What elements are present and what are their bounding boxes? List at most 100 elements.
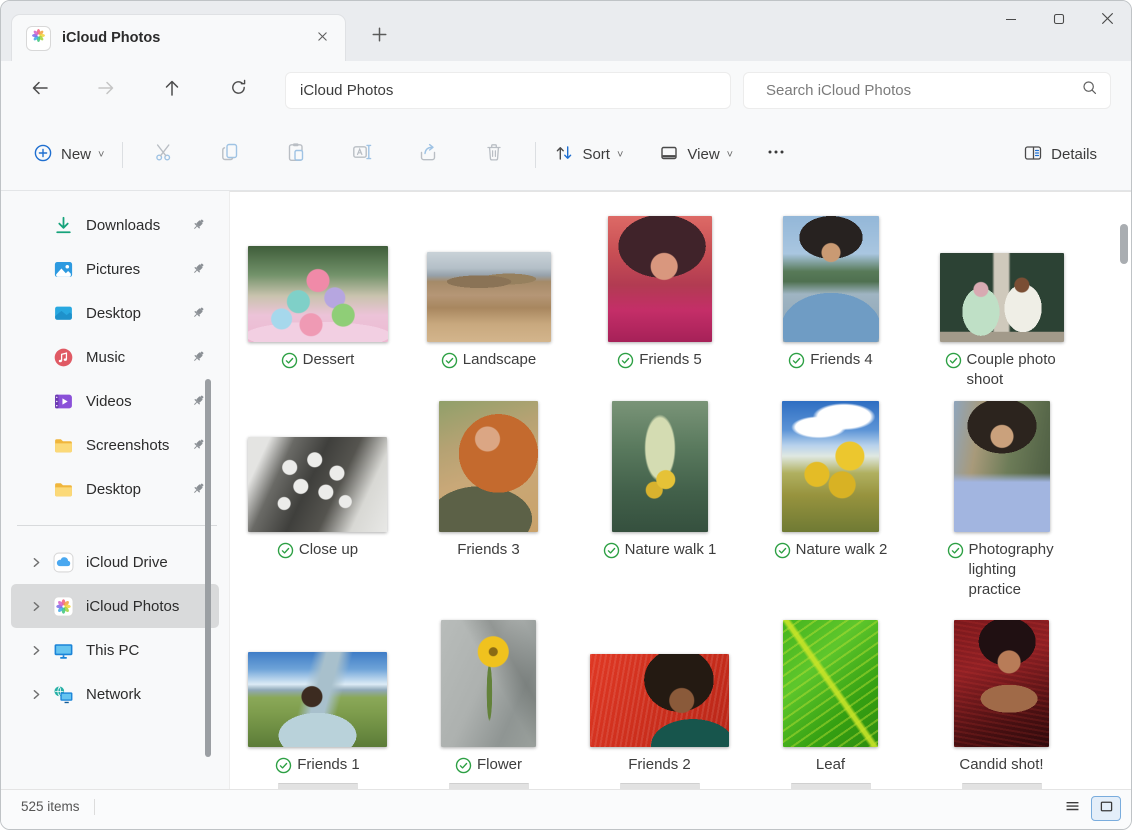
folder-icon (53, 479, 74, 500)
pin-icon (191, 217, 207, 233)
tab-icloud-photos[interactable]: iCloud Photos (11, 14, 346, 61)
photo-label: Close up (299, 540, 358, 617)
sidebar-item-pictures[interactable]: Pictures (11, 247, 219, 291)
photo-thumbnail[interactable] (940, 253, 1064, 342)
toolbar-divider (535, 142, 536, 168)
copy-button[interactable] (207, 135, 253, 175)
minimize-button[interactable] (987, 1, 1035, 41)
search-input[interactable] (766, 82, 1081, 99)
paste-button[interactable] (273, 135, 319, 175)
sidebar-item-videos[interactable]: Videos (11, 379, 219, 423)
photo-thumbnail[interactable] (248, 246, 388, 342)
photo-tile-close-up[interactable]: Close up (232, 402, 403, 617)
photo-thumbnail[interactable] (783, 216, 879, 342)
maximize-button[interactable] (1035, 1, 1083, 41)
photo-thumbnail[interactable] (427, 252, 551, 342)
network-icon (53, 684, 74, 705)
photo-thumbnail[interactable] (954, 620, 1049, 747)
pin-icon (191, 349, 207, 365)
sort-button[interactable]: Sort ˅ (544, 135, 633, 175)
photo-thumbnail[interactable] (783, 620, 878, 747)
photo-label: Leaf (816, 755, 845, 783)
sidebar-item-this-pc[interactable]: This PC (11, 628, 219, 672)
sync-check-icon (455, 757, 472, 774)
photo-tile-friends-2[interactable]: Friends 2 (574, 617, 745, 783)
view-button[interactable]: View ˅ (649, 135, 743, 175)
photo-tile-leaf[interactable]: Leaf (745, 617, 916, 783)
sidebar-item-downloads[interactable]: Downloads (11, 203, 219, 247)
photo-tile-nature-walk-2[interactable]: Nature walk 2 (745, 402, 916, 617)
photo-thumbnail[interactable] (439, 401, 538, 532)
photos-app-icon (26, 26, 51, 51)
new-button[interactable]: New ˅ (23, 135, 114, 175)
sidebar-item-icloud-photos[interactable]: iCloud Photos (11, 584, 219, 628)
chevron-right-icon[interactable] (27, 600, 45, 613)
up-button[interactable] (151, 72, 193, 108)
photo-tile-friends-3[interactable]: Friends 3 (403, 402, 574, 617)
this-pc-icon (53, 640, 74, 661)
chevron-right-icon[interactable] (27, 556, 45, 569)
chevron-right-icon[interactable] (27, 688, 45, 701)
delete-button[interactable] (471, 135, 517, 175)
sidebar-item-icloud-drive[interactable]: iCloud Drive (11, 540, 219, 584)
photo-thumbnail[interactable] (441, 620, 536, 747)
address-bar[interactable]: iCloud Photos (285, 72, 731, 109)
photo-thumbnail[interactable] (248, 437, 387, 532)
photo-tile-friends-4[interactable]: Friends 4 (745, 212, 916, 402)
sidebar-scrollbar[interactable] (205, 379, 211, 757)
sidebar-item-label: iCloud Photos (86, 598, 211, 615)
photo-grid: DessertLandscapeFriends 5Friends 4Couple… (230, 192, 1131, 789)
plus-icon (372, 27, 387, 47)
forward-button[interactable] (85, 72, 127, 108)
chevron-down-icon: ˅ (98, 149, 104, 161)
share-button[interactable] (405, 135, 451, 175)
rename-button[interactable] (339, 135, 385, 175)
photo-tile-photography-lighting-practice[interactable]: Photography lighting practice (916, 402, 1087, 617)
photo-thumbnail[interactable] (954, 401, 1050, 532)
rename-icon (351, 141, 373, 168)
cut-icon (153, 141, 175, 168)
partial-thumbnail (278, 783, 358, 789)
photo-tile-flower[interactable]: Flower (403, 617, 574, 783)
photo-tile-friends-5[interactable]: Friends 5 (574, 212, 745, 402)
music-icon (53, 347, 74, 368)
photo-thumbnail[interactable] (782, 401, 879, 532)
chevron-down-icon: ˅ (727, 149, 733, 161)
photo-label: Candid shot! (959, 755, 1043, 783)
content-scrollbar[interactable] (1120, 224, 1128, 264)
photo-tile-dessert[interactable]: Dessert (232, 212, 403, 402)
photo-tile-landscape[interactable]: Landscape (403, 212, 574, 402)
sidebar-item-desktop[interactable]: Desktop (11, 291, 219, 335)
refresh-button[interactable] (217, 72, 259, 108)
photo-tile-couple-photo-shoot[interactable]: Couple photo shoot (916, 212, 1087, 402)
chevron-right-icon[interactable] (27, 644, 45, 657)
thumbnail-view-button[interactable] (1091, 796, 1121, 821)
sidebar-item-music[interactable]: Music (11, 335, 219, 379)
photo-tile-candid-shot[interactable]: Candid shot! (916, 617, 1087, 783)
sync-check-icon (947, 542, 964, 559)
search-box[interactable] (743, 72, 1111, 109)
photo-tile-friends-1[interactable]: Friends 1 (232, 617, 403, 783)
see-more-button[interactable] (753, 135, 799, 175)
list-view-button[interactable] (1057, 796, 1087, 821)
clipboard-actions (131, 135, 527, 175)
partial-thumbnail (791, 783, 871, 789)
cut-button[interactable] (141, 135, 187, 175)
sidebar-item-screenshots[interactable]: Screenshots (11, 423, 219, 467)
sidebar-item-network[interactable]: Network (11, 672, 219, 716)
list-view-icon (1064, 798, 1081, 820)
back-button[interactable] (19, 72, 61, 108)
close-button[interactable] (1083, 1, 1131, 41)
new-tab-button[interactable] (364, 22, 394, 52)
photo-thumbnail[interactable] (608, 216, 712, 342)
photo-thumbnail[interactable] (612, 401, 708, 532)
next-row-peek (232, 783, 1131, 789)
sync-check-icon (277, 542, 294, 559)
details-button[interactable]: Details (1013, 135, 1107, 175)
photo-thumbnail[interactable] (590, 654, 729, 747)
photo-tile-nature-walk-1[interactable]: Nature walk 1 (574, 402, 745, 617)
tab-close-icon[interactable] (309, 25, 335, 51)
sidebar-item-desktop[interactable]: Desktop (11, 467, 219, 511)
photo-thumbnail[interactable] (248, 652, 387, 747)
file-list-area: DessertLandscapeFriends 5Friends 4Couple… (229, 191, 1131, 789)
